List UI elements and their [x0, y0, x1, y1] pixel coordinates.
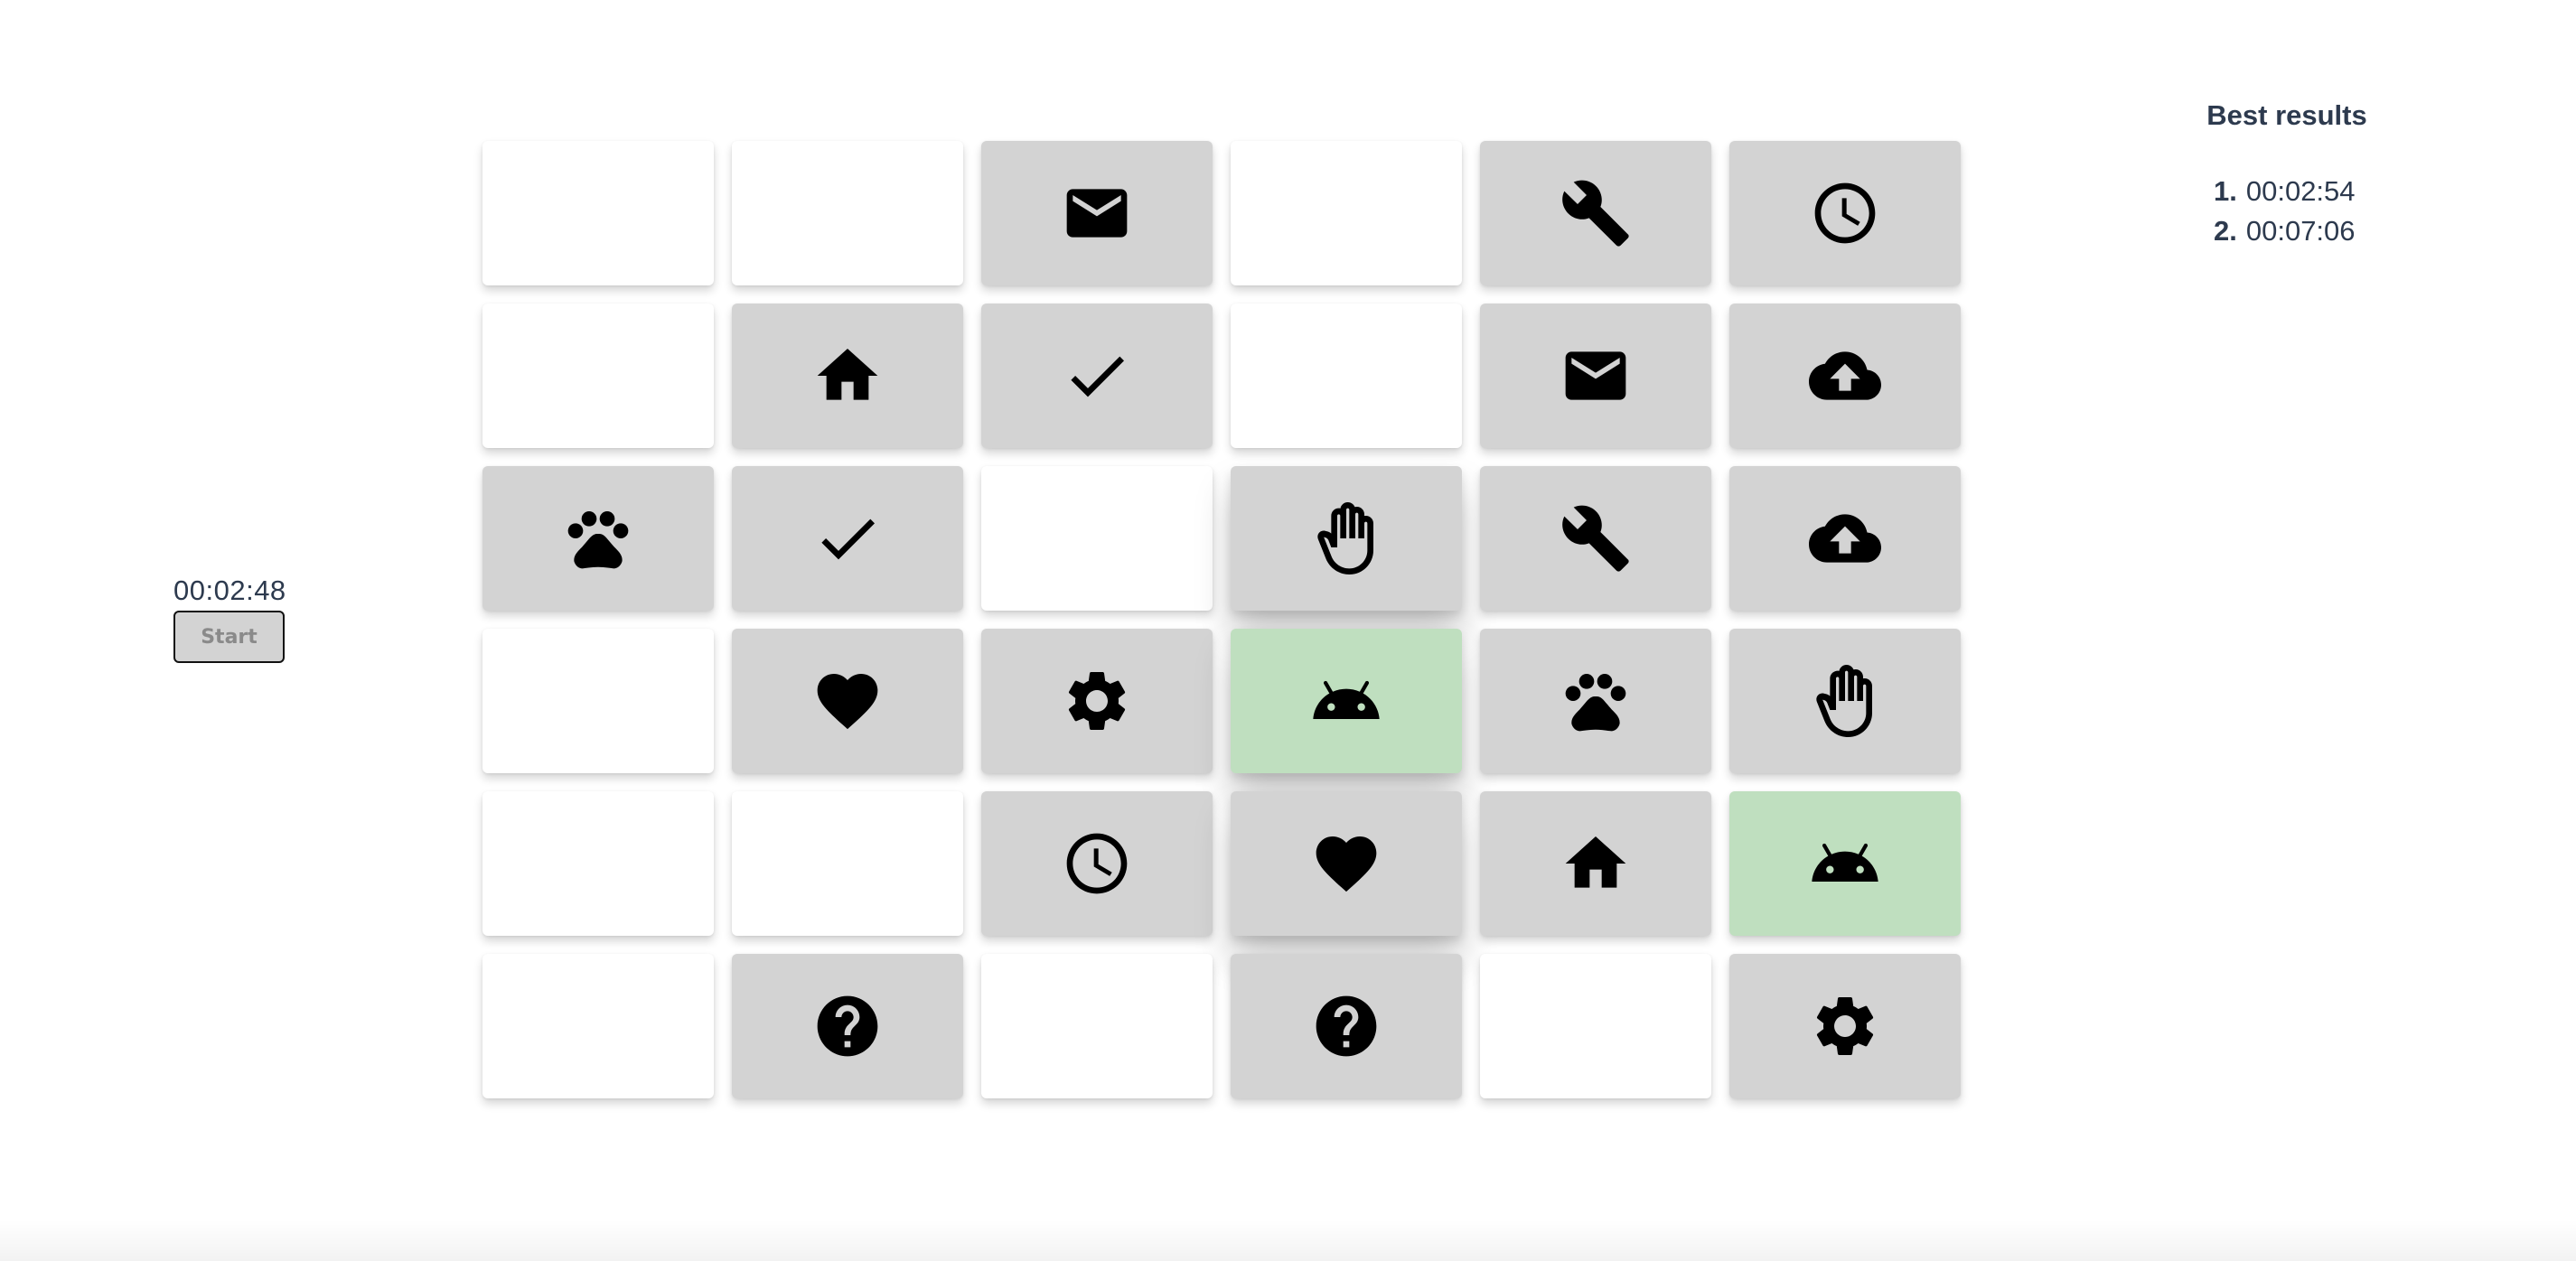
memory-card[interactable] — [1480, 141, 1711, 285]
memory-card[interactable] — [981, 304, 1213, 448]
start-button[interactable]: Start — [173, 611, 285, 663]
memory-card[interactable] — [1729, 791, 1961, 936]
memory-card[interactable] — [732, 466, 963, 611]
memory-card[interactable] — [482, 141, 714, 285]
check-icon — [1061, 340, 1133, 412]
hand-icon — [1809, 665, 1881, 737]
best-results-panel: Best results 1. 00:02:54 2. 00:07:06 — [2187, 99, 2440, 251]
game-controls: 00:02:48 Start — [173, 573, 300, 663]
memory-card[interactable] — [1480, 791, 1711, 936]
help-icon — [1310, 990, 1382, 1062]
memory-card[interactable] — [1231, 141, 1462, 285]
memory-card[interactable] — [1729, 954, 1961, 1098]
heart-icon — [1310, 827, 1382, 900]
android-icon — [1809, 827, 1881, 900]
home-icon — [1560, 827, 1632, 900]
memory-card[interactable] — [1480, 629, 1711, 773]
memory-card[interactable] — [1729, 629, 1961, 773]
android-icon — [1310, 665, 1382, 737]
mail-icon — [1560, 340, 1632, 412]
memory-card[interactable] — [732, 791, 963, 936]
result-time: 00:02:54 — [2245, 175, 2356, 207]
memory-card[interactable] — [1231, 629, 1462, 773]
footer-shadow — [0, 1219, 2576, 1261]
memory-card[interactable] — [981, 791, 1213, 936]
memory-card[interactable] — [482, 791, 714, 936]
home-icon — [811, 340, 884, 412]
clock-icon — [1809, 177, 1881, 249]
card-grid — [482, 141, 1961, 1098]
best-results-title: Best results — [2206, 99, 2367, 131]
memory-card[interactable] — [1729, 141, 1961, 285]
memory-card[interactable] — [1231, 791, 1462, 936]
memory-card[interactable] — [732, 954, 963, 1098]
memory-card[interactable] — [1480, 304, 1711, 448]
memory-game-page: 00:02:48 Start Best results 1. 00:02:54 2… — [0, 0, 2576, 1261]
memory-card[interactable] — [482, 954, 714, 1098]
check-icon — [811, 502, 884, 574]
memory-card[interactable] — [1231, 466, 1462, 611]
wrench-icon — [1560, 177, 1632, 249]
memory-card[interactable] — [1231, 304, 1462, 448]
memory-card[interactable] — [1480, 466, 1711, 611]
heart-icon — [811, 665, 884, 737]
cloud-upload-icon — [1809, 502, 1881, 574]
memory-card[interactable] — [732, 304, 963, 448]
memory-card[interactable] — [981, 954, 1213, 1098]
result-entry: 1. 00:02:54 — [2214, 172, 2440, 211]
memory-card[interactable] — [482, 466, 714, 611]
memory-card[interactable] — [1729, 304, 1961, 448]
gear-icon — [1061, 665, 1133, 737]
result-time: 00:07:06 — [2245, 215, 2356, 247]
hand-icon — [1310, 502, 1382, 574]
memory-card[interactable] — [482, 629, 714, 773]
best-results-list: 1. 00:02:54 2. 00:07:06 — [2187, 172, 2440, 251]
paw-icon — [1560, 665, 1632, 737]
cloud-upload-icon — [1809, 340, 1881, 412]
memory-card[interactable] — [732, 629, 963, 773]
memory-card[interactable] — [1480, 954, 1711, 1098]
paw-icon — [562, 502, 634, 574]
wrench-icon — [1560, 502, 1632, 574]
mail-icon — [1061, 177, 1133, 249]
result-rank: 2. — [2214, 215, 2237, 247]
memory-card[interactable] — [1231, 954, 1462, 1098]
result-entry: 2. 00:07:06 — [2214, 211, 2440, 251]
memory-card[interactable] — [1729, 466, 1961, 611]
memory-card[interactable] — [981, 629, 1213, 773]
clock-icon — [1061, 827, 1133, 900]
memory-card[interactable] — [981, 141, 1213, 285]
memory-card[interactable] — [732, 141, 963, 285]
memory-card[interactable] — [482, 304, 714, 448]
gear-icon — [1809, 990, 1881, 1062]
result-rank: 1. — [2214, 175, 2237, 207]
help-icon — [811, 990, 884, 1062]
game-timer: 00:02:48 — [173, 574, 286, 606]
memory-card[interactable] — [981, 466, 1213, 611]
